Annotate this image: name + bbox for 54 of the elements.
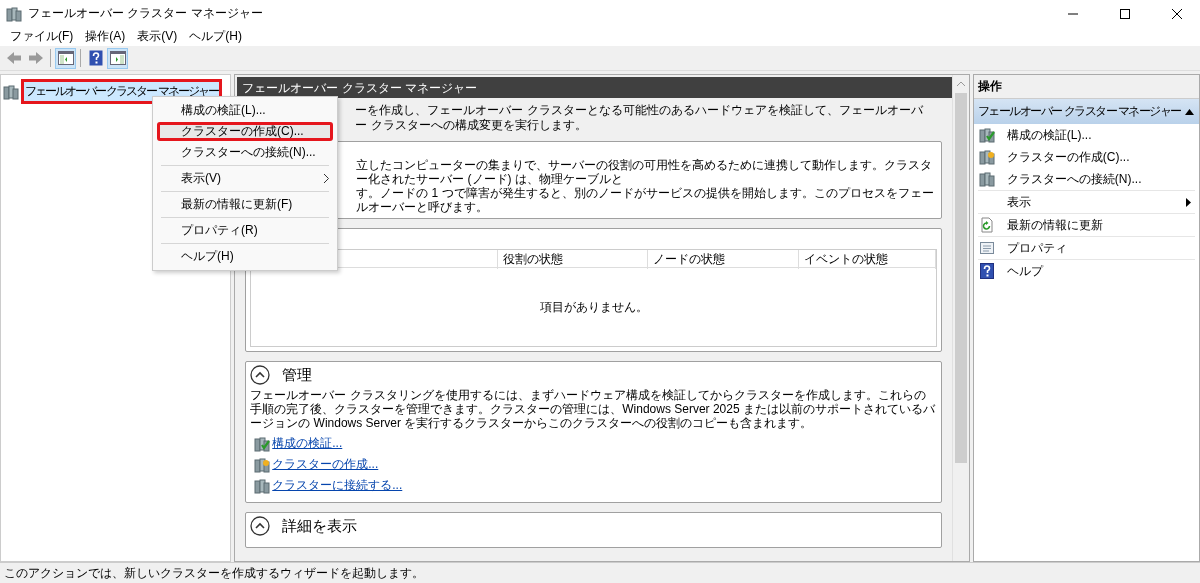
server-icon [978,171,995,187]
status-bar: このアクションでは、新しいクラスターを作成するウィザードを起動します。 [0,562,1200,583]
menu-item[interactable]: プロパティ(R) [157,221,333,240]
server-check-icon [978,127,995,143]
action-item[interactable]: 構成の検証(L)... [973,124,1199,146]
collapse-icon[interactable] [250,516,271,536]
menu-item[interactable]: ファイル(F) [4,28,80,45]
collapse-icon[interactable] [250,365,271,385]
actions-group-header[interactable]: フェールオーバー クラスター マネージャー [973,99,1199,124]
action-link[interactable]: クラスターの作成... [272,456,379,473]
maximize-icon[interactable] [1120,8,1130,19]
column-header[interactable]: 役割の状態 [497,250,649,269]
action-item[interactable]: クラスターの作成(C)... [973,146,1199,168]
action-item[interactable]: 最新の情報に更新 [977,214,1195,237]
pane-header: フェールオーバー クラスター マネージャー [237,77,952,98]
help-icon [978,263,995,279]
action-pane-button[interactable] [107,47,128,69]
window-title: フェールオーバー クラスター マネージャー [28,5,264,22]
menu-item[interactable]: クラスターへの接続(N)... [157,143,333,162]
menu-item[interactable]: 操作(A) [79,28,132,45]
properties-icon [978,240,995,256]
server-check-icon [254,435,271,452]
app-icon [6,5,22,22]
action-item[interactable]: ヘルプ [973,260,1199,282]
action-item[interactable]: 表示 [977,191,1195,214]
description-text: 立したコンピューターの集まりで、サーバーの役割の可用性を高めるために連携して動作します。クラスター化されたサーバー (ノード) は、物理ケーブルと [356,158,934,186]
scrollbar-thumb[interactable] [954,93,967,463]
action-link[interactable]: 構成の検証... [272,435,343,452]
menu-item[interactable]: 表示(V) [157,169,333,188]
server-icon [254,477,271,494]
actions-header: 操作 [973,75,1199,99]
action-item[interactable]: プロパティ [977,237,1195,260]
section-title: 管理 [282,365,313,385]
description-text: ーを作成し、フェールオーバー クラスターとなる可能性のあるハードウェアを検証して、フェールオーバー クラスターへの構成変更を実行します。 [355,103,923,132]
menu-item[interactable]: 表示(V) [131,28,184,45]
refresh-icon [978,217,995,233]
description-text: フェールオーバー クラスタリングを使用するには、まずハードウェア構成を検証してからクラスターを作成します。これらの手順の完了後、クラスターを管理できます。クラスターの管理には、Windows Server 2025 または以前のサポートされているバージョンの Windows Server を実行するクラスターからこのクラスターへの役割のコピーも含まれます。 [250,388,936,430]
section-title: 詳細を表示 [282,516,358,536]
description-text: す。ノードの 1 つで障害が発生すると、別のノードがサービスの提供を開始します。このプロセスをフェールオーバーと呼びます。 [356,186,935,214]
menu-item[interactable]: ヘルプ(H) [183,28,248,45]
column-header[interactable]: イベントの状態 [798,250,936,269]
menu-item[interactable]: 構成の検証(L)... [157,101,333,120]
action-item[interactable]: クラスターへの接続(N)... [977,168,1195,191]
menu-item[interactable]: クラスターの作成(C)... [157,122,333,141]
console-tree-button[interactable] [55,47,76,69]
server-icon [3,83,19,100]
empty-message: 項目がありません。 [539,298,648,316]
column-header[interactable]: ノードの状態 [648,250,799,269]
chevron-right-icon [324,174,329,183]
close-icon[interactable] [1172,8,1182,19]
action-link[interactable]: クラスターに接続する... [272,477,403,494]
menu-item[interactable]: ヘルプ(H) [157,247,333,266]
menu-item[interactable]: 最新の情報に更新(F) [157,195,333,214]
submenu-arrow-icon [1186,197,1191,207]
